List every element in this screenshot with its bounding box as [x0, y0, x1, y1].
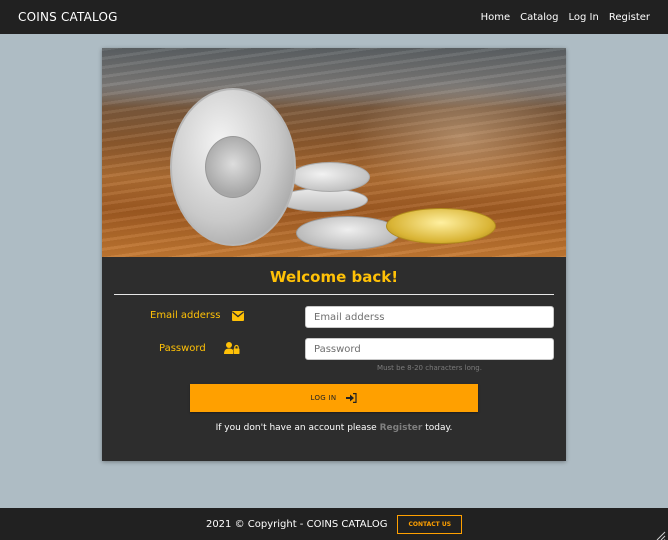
- login-card: Welcome back! Email adderss Password: [102, 48, 566, 461]
- email-label: Email adderss: [150, 310, 245, 321]
- silver-eagle-coin: [170, 88, 296, 246]
- resize-grip-icon[interactable]: [654, 526, 666, 540]
- sign-in-icon: [346, 393, 358, 403]
- nav-link-home[interactable]: Home: [481, 12, 511, 23]
- envelope-icon: [232, 310, 245, 321]
- navbar: COINS CATALOG Home Catalog Log In Regist…: [0, 0, 668, 34]
- email-row: Email adderss: [102, 306, 566, 328]
- login-button-label: LOG IN: [310, 394, 337, 402]
- password-label: Password: [159, 342, 240, 354]
- register-prompt-before: If you don't have an account please: [215, 423, 377, 433]
- title-divider: [114, 294, 554, 295]
- password-field[interactable]: [305, 338, 554, 360]
- welcome-title: Welcome back!: [269, 268, 399, 286]
- footer: 2021 © Copyright - COINS CATALOG CONTACT…: [0, 508, 668, 540]
- hero-light-glare: [352, 78, 566, 198]
- eagle-emblem: [205, 136, 261, 198]
- brand-logo[interactable]: COINS CATALOG: [18, 10, 118, 24]
- footer-copyright: 2021 © Copyright - COINS CATALOG: [205, 518, 388, 530]
- hero-image: [102, 48, 566, 257]
- nav-link-register[interactable]: Register: [609, 12, 650, 23]
- contact-us-button[interactable]: CONTACT US: [397, 514, 463, 534]
- nav-link-catalog[interactable]: Catalog: [520, 12, 558, 23]
- silver-coin-back: [290, 162, 370, 192]
- password-row: Password: [102, 338, 566, 360]
- user-lock-icon: [223, 342, 240, 354]
- password-label-text: Password: [159, 342, 206, 354]
- nav-link-login[interactable]: Log In: [569, 12, 599, 23]
- register-link[interactable]: Register: [380, 423, 423, 433]
- email-label-text: Email adderss: [150, 310, 221, 321]
- login-button[interactable]: LOG IN: [190, 384, 478, 412]
- register-prompt-after: today.: [425, 423, 453, 433]
- password-hint: Must be 8-20 characters long.: [377, 364, 482, 372]
- register-prompt: If you don't have an account please Regi…: [102, 423, 566, 433]
- email-field[interactable]: [305, 306, 554, 328]
- nav-links: Home Catalog Log In Register: [481, 12, 650, 23]
- silver-coin-flat: [296, 216, 400, 250]
- gold-coin: [386, 208, 496, 244]
